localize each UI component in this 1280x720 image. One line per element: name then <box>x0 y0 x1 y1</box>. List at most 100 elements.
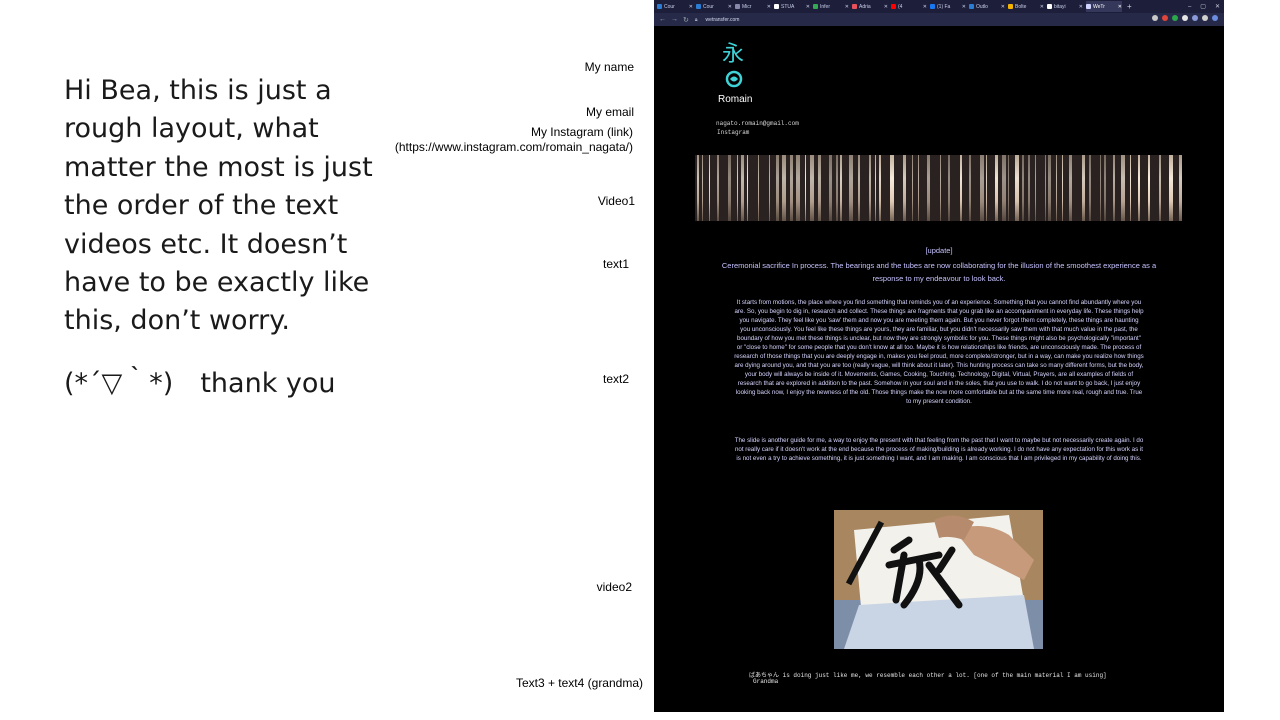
extension-icon[interactable] <box>1162 15 1168 21</box>
browser-tab[interactable]: Outlo ✕ <box>969 1 1005 12</box>
forward-icon[interactable]: → <box>671 16 678 23</box>
video-frame-stripe <box>818 155 821 221</box>
video-frame-stripe <box>986 155 987 221</box>
video-frame-stripe <box>717 155 719 221</box>
outlook-icon <box>969 4 974 9</box>
label-text1: text1 <box>602 257 629 271</box>
close-tab-icon[interactable]: ✕ <box>1040 4 1044 10</box>
calligraphy-video-frame <box>834 510 1043 649</box>
video-frame-stripe <box>1082 155 1085 221</box>
outlook-icon <box>696 4 701 9</box>
close-tab-icon[interactable]: ✕ <box>1079 4 1083 10</box>
video-frame-stripe <box>697 155 699 221</box>
site-email[interactable]: nagato.romain@gmail.com <box>716 120 799 127</box>
browser-tab[interactable]: bitayi ✕ <box>1047 1 1083 12</box>
video-frame-stripe <box>849 155 853 221</box>
browser-tab-label: (1) Fa <box>937 3 951 10</box>
extension-icon[interactable] <box>1192 15 1198 21</box>
extension-icon[interactable] <box>1172 15 1178 21</box>
extension-icon[interactable] <box>1202 15 1208 21</box>
browser-tab-label: Infer <box>820 3 831 10</box>
browser-tab[interactable]: Adria ✕ <box>852 1 888 12</box>
video-frame-stripe <box>1121 155 1125 221</box>
video-frame-stripe <box>969 155 971 221</box>
minimize-icon[interactable]: – <box>1188 4 1191 10</box>
browser-tab[interactable]: (4 ✕ <box>891 1 927 12</box>
video-frame-stripe <box>960 155 962 221</box>
video-frame-stripe <box>1113 155 1115 221</box>
browser-tab[interactable]: Cour ✕ <box>657 1 693 12</box>
video-frame-stripe <box>1028 155 1030 221</box>
browser-tab-label: Outlo <box>976 3 988 10</box>
video-frame-stripe <box>747 155 748 221</box>
video-frame-stripe <box>836 155 838 221</box>
video-frame-stripe <box>1138 155 1140 221</box>
text1-subhead: Ceremonial sacrifice In process. The bea… <box>721 261 1157 283</box>
label-video1: Video1 <box>597 194 635 208</box>
extension-icon[interactable] <box>1152 15 1158 21</box>
close-tab-icon[interactable]: ✕ <box>1001 4 1005 10</box>
video-frame-stripe <box>1015 155 1019 221</box>
maximize-icon[interactable]: ▢ <box>1200 3 1206 10</box>
video-frame-stripe <box>903 155 906 221</box>
video2-player[interactable] <box>834 510 1043 649</box>
label-text2: text2 <box>602 372 629 386</box>
globe-icon <box>735 4 740 9</box>
browser-tab[interactable]: Bolte ✕ <box>1008 1 1044 12</box>
close-tab-icon[interactable]: ✕ <box>923 4 927 10</box>
video-frame-stripe <box>1008 155 1009 221</box>
window-controls: – ▢ ✕ <box>1188 0 1220 13</box>
close-tab-icon[interactable]: ✕ <box>1118 4 1122 10</box>
extension-icon[interactable] <box>1212 15 1218 21</box>
text4-grandma: Grandma <box>753 678 779 685</box>
video-frame-stripe <box>1045 155 1046 221</box>
video-frame-stripe <box>1169 155 1173 221</box>
browser-tab[interactable]: STUA ✕ <box>774 1 810 12</box>
close-tab-icon[interactable]: ✕ <box>962 4 966 10</box>
video-frame-stripe <box>1048 155 1051 221</box>
update-heading: [update] <box>925 246 953 255</box>
browser-tab[interactable]: (1) Fa ✕ <box>930 1 966 12</box>
b-icon <box>1008 4 1013 9</box>
video-frame-stripe <box>829 155 832 221</box>
video-frame-stripe <box>875 155 876 221</box>
close-tab-icon[interactable]: ✕ <box>845 4 849 10</box>
video-frame-stripe <box>769 155 770 221</box>
video-frame-stripe <box>1104 155 1106 221</box>
close-window-icon[interactable]: ✕ <box>1215 3 1220 10</box>
close-tab-icon[interactable]: ✕ <box>767 4 771 10</box>
close-tab-icon[interactable]: ✕ <box>806 4 810 10</box>
youtube-icon <box>891 4 896 9</box>
label-my-name: My name <box>584 60 634 74</box>
video-frame-stripe <box>1159 155 1161 221</box>
reload-icon[interactable]: ↻ <box>683 16 689 24</box>
video-frame-stripe <box>1056 155 1057 221</box>
video-frame-stripe <box>1089 155 1091 221</box>
video1-player[interactable] <box>695 155 1182 221</box>
browser-tab[interactable]: Micr ✕ <box>735 1 771 12</box>
video-frame-stripe <box>790 155 793 221</box>
browser-tab[interactable]: Cour ✕ <box>696 1 732 12</box>
address-bar: ← → ↻ 🔒︎ wetransfer.com <box>654 13 1224 26</box>
close-tab-icon[interactable]: ✕ <box>689 4 693 10</box>
video-frame-stripe <box>776 155 779 221</box>
back-icon[interactable]: ← <box>659 16 666 23</box>
note-body: Hi Bea, this is just a rough layout, wha… <box>64 75 373 337</box>
browser-tab-label: (4 <box>898 3 903 10</box>
url-text[interactable]: wetransfer.com <box>706 17 740 23</box>
extension-icon[interactable] <box>1182 15 1188 21</box>
close-tab-icon[interactable]: ✕ <box>728 4 732 10</box>
video-frame-stripe <box>1179 155 1182 221</box>
note-thanks: (*´▽｀*) thank you <box>64 367 336 399</box>
label-my-email: My email <box>585 105 634 119</box>
browser-tab-label: Bolte <box>1015 3 1027 10</box>
kanji-logo: 永 <box>722 42 745 67</box>
browser-tab-label: Cour <box>703 3 714 10</box>
new-tab-icon[interactable]: + <box>1127 2 1132 11</box>
t-icon <box>852 4 857 9</box>
browser-tab[interactable]: Infer ✕ <box>813 1 849 12</box>
video-frame-stripe <box>728 155 731 221</box>
instagram-link[interactable]: Instagram <box>717 129 749 136</box>
browser-tab[interactable]: WeTr ✕ <box>1086 1 1122 12</box>
close-tab-icon[interactable]: ✕ <box>884 4 888 10</box>
